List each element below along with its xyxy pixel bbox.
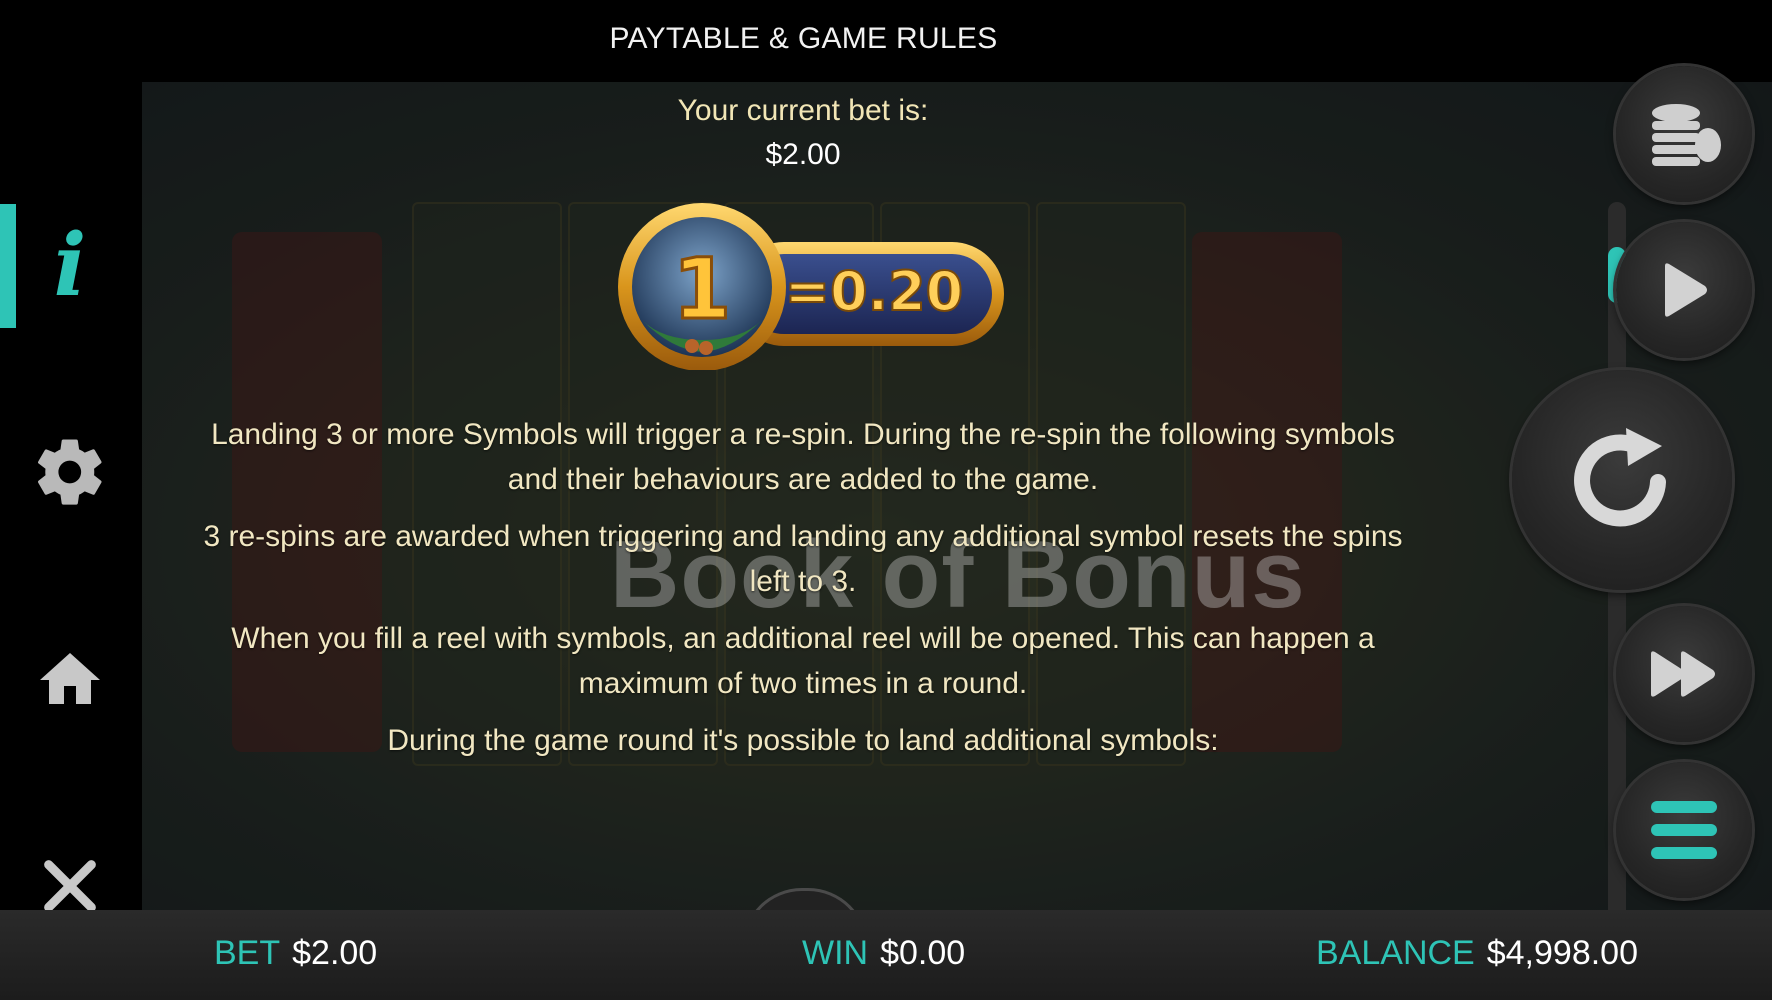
rule-paragraph: Landing 3 or more Symbols will trigger a… (211, 418, 1395, 496)
rule-paragraph: During the game round it's possible to l… (387, 724, 1219, 757)
bet-label: BET (214, 934, 281, 972)
balance-value: $4,998.00 (1486, 934, 1638, 972)
gear-icon (38, 439, 102, 505)
page-title: PAYTABLE & GAME RULES (609, 22, 998, 55)
nav-home-button[interactable] (20, 630, 120, 730)
bet-coins-button[interactable] (1616, 66, 1752, 202)
current-bet-value: $2.00 (765, 138, 841, 171)
fast-forward-icon (1651, 651, 1715, 697)
close-icon (44, 860, 96, 912)
win-label: WIN (802, 934, 869, 972)
rules-content: Your current bet is: $2.00 1 =0.20 Book … (142, 82, 1626, 952)
left-nav: i (0, 82, 142, 912)
rule-paragraph: 3 re-spins are awarded when triggering a… (203, 520, 1403, 598)
turbo-button[interactable] (1616, 606, 1752, 742)
info-icon: i (53, 215, 87, 316)
active-indicator (0, 204, 16, 328)
win-display: WIN $0.00 (802, 934, 965, 973)
rule-paragraph: When you fill a reel with symbols, an ad… (231, 622, 1375, 700)
nav-settings-button[interactable] (20, 422, 120, 522)
spin-button[interactable] (1512, 370, 1732, 590)
balance-label: BALANCE (1316, 934, 1475, 972)
menu-button[interactable] (1616, 762, 1752, 898)
current-bet-label: Your current bet is: (677, 94, 929, 127)
autoplay-button[interactable] (1616, 222, 1752, 358)
bet-value: $2.00 (292, 934, 378, 972)
top-bar: PAYTABLE & GAME RULES (0, 0, 1772, 82)
balance-display: BALANCE $4,998.00 (1316, 934, 1638, 973)
menu-icon (1651, 801, 1717, 859)
play-icon (1665, 263, 1707, 317)
home-icon (40, 653, 100, 704)
win-value: $0.00 (880, 934, 966, 972)
coins-icon (1652, 104, 1721, 166)
coin-symbol-badge: 1 =0.20 (618, 203, 1004, 370)
nav-info-button[interactable]: i (20, 216, 120, 316)
status-bar: BET $2.00 WIN $0.00 BALANCE $4,998.00 (0, 910, 1772, 1000)
coin-value: =0.20 (785, 260, 963, 323)
bet-display: BET $2.00 (214, 934, 377, 973)
spin-icon (1574, 428, 1666, 527)
coin-number: 1 (673, 240, 731, 338)
